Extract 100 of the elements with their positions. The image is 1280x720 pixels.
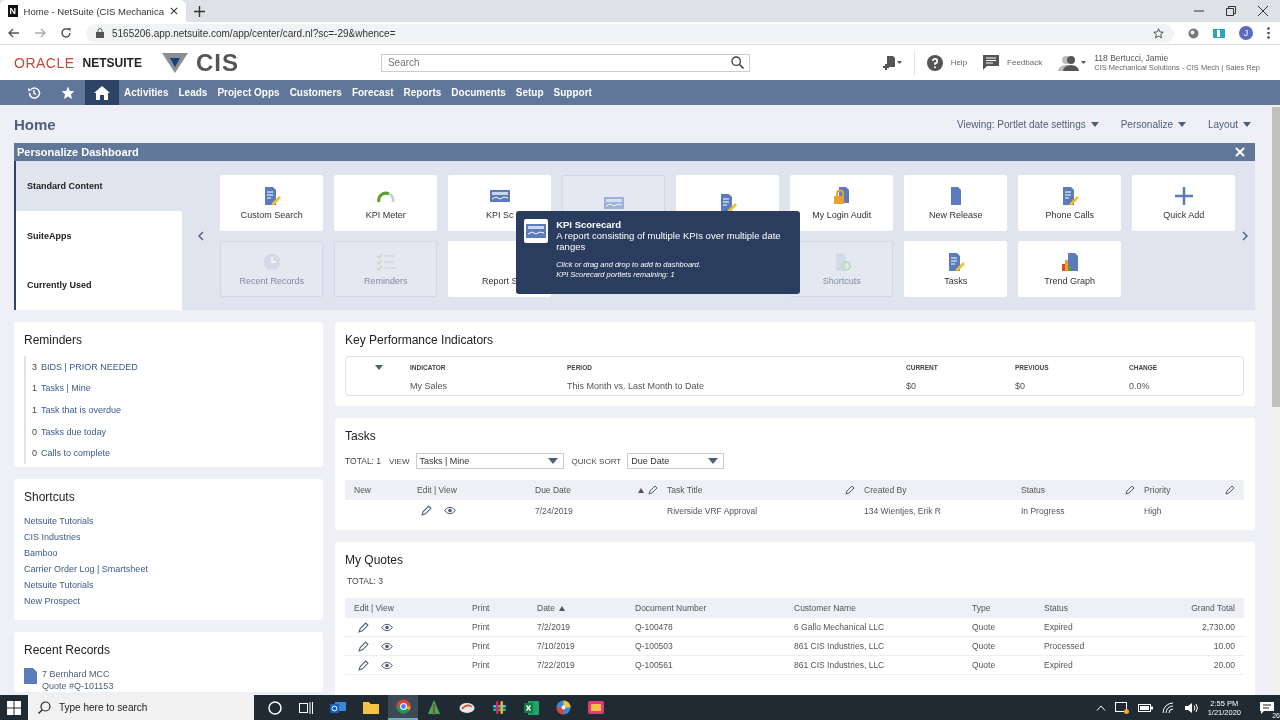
column-header[interactable]: New bbox=[354, 485, 371, 495]
portlet-tile[interactable]: Phone Calls bbox=[1018, 175, 1122, 231]
extension-icon[interactable] bbox=[1188, 27, 1199, 39]
search-icon[interactable] bbox=[730, 55, 744, 69]
help-link[interactable]: Help bbox=[950, 58, 968, 67]
leaf-app-icon[interactable] bbox=[459, 700, 475, 715]
help-icon[interactable] bbox=[926, 54, 943, 71]
star-icon[interactable] bbox=[1153, 27, 1164, 39]
reminder-link[interactable]: Calls to complete bbox=[41, 448, 111, 459]
reload-icon[interactable] bbox=[60, 27, 72, 39]
column-header[interactable]: Grand Total bbox=[1191, 603, 1235, 613]
column-header[interactable]: Date bbox=[537, 603, 555, 613]
pencil-icon[interactable] bbox=[648, 485, 658, 495]
pencil-icon[interactable] bbox=[845, 485, 855, 495]
pencil-icon[interactable] bbox=[358, 640, 369, 652]
shortcut-link[interactable]: CIS Industries bbox=[24, 529, 312, 545]
tree-app-icon[interactable] bbox=[427, 700, 442, 715]
column-header[interactable]: Created By bbox=[864, 485, 907, 495]
nav-menu-item[interactable]: Activities bbox=[119, 80, 174, 105]
search-field[interactable]: Search bbox=[380, 53, 750, 72]
nav-menu-item[interactable]: Leads bbox=[173, 80, 213, 105]
user-name[interactable]: 118 Bertucci, Jamie bbox=[1094, 53, 1260, 63]
mail-icon[interactable] bbox=[330, 700, 346, 715]
shortcut-link[interactable]: Carrier Order Log | Smartsheet bbox=[24, 561, 312, 577]
record-name[interactable]: 7 Bernhard MCC bbox=[42, 668, 114, 680]
value-link[interactable]: $0 bbox=[1015, 381, 1129, 391]
column-header[interactable]: Edit | View bbox=[354, 603, 394, 613]
aperture-app-icon[interactable] bbox=[556, 700, 571, 715]
chat-bubble-icon[interactable] bbox=[983, 55, 1000, 70]
column-header[interactable]: Print bbox=[472, 603, 490, 613]
portlet-tile[interactable]: My Login Audit bbox=[790, 175, 894, 231]
column-header[interactable]: Customer Name bbox=[794, 603, 856, 613]
notification-icon[interactable] bbox=[1260, 701, 1274, 714]
pencil-icon[interactable] bbox=[1225, 485, 1235, 495]
portlet-tile[interactable]: KPI Meter bbox=[334, 175, 438, 231]
portlet-tile[interactable]: New Release bbox=[904, 175, 1008, 231]
reminder-link[interactable]: Tasks | Mine bbox=[41, 383, 91, 394]
wifi-icon[interactable] bbox=[1161, 701, 1176, 714]
dropdown-menu[interactable]: Viewing: Portlet date settings bbox=[956, 118, 1099, 130]
reminder-link[interactable]: BIDS | PRIOR NEEDED bbox=[41, 361, 138, 372]
monitor-icon[interactable] bbox=[1114, 701, 1129, 714]
print-link[interactable]: Print bbox=[472, 622, 537, 632]
close-icon[interactable] bbox=[1258, 6, 1268, 16]
column-header[interactable]: Document Number bbox=[635, 603, 707, 613]
shortcut-link[interactable]: Netsuite Tutorials bbox=[24, 513, 312, 529]
pencil-icon[interactable] bbox=[1125, 485, 1135, 495]
browser-icon[interactable] bbox=[395, 699, 411, 714]
portlet-tile[interactable]: Tasks bbox=[904, 241, 1008, 297]
nav-menu-item[interactable]: Forecast bbox=[346, 80, 399, 105]
new-tab-icon[interactable] bbox=[194, 5, 205, 17]
eye-icon[interactable] bbox=[381, 622, 393, 632]
eye-icon[interactable] bbox=[381, 641, 393, 651]
column-header[interactable]: Priority bbox=[1144, 485, 1171, 495]
windows-logo-icon[interactable] bbox=[7, 700, 21, 715]
column-header[interactable]: Edit | View bbox=[417, 485, 457, 495]
hash-app-icon[interactable] bbox=[492, 700, 507, 715]
column-header[interactable]: Due Date bbox=[535, 485, 571, 495]
pencil-icon[interactable] bbox=[358, 659, 369, 671]
view-dropdown[interactable]: Tasks | Mine bbox=[415, 453, 564, 469]
reminder-link[interactable]: Tasks due today bbox=[41, 426, 107, 437]
shortcut-link[interactable]: Netsuite Tutorials bbox=[24, 577, 312, 593]
extension-icon[interactable] bbox=[1213, 28, 1225, 38]
taskbar-search-field[interactable]: Type here to search bbox=[28, 695, 254, 720]
chevron-up-icon[interactable] bbox=[1095, 704, 1106, 711]
column-header[interactable]: Status bbox=[1021, 485, 1046, 495]
eye-icon[interactable] bbox=[444, 506, 456, 515]
side-tab[interactable]: SuiteApps bbox=[16, 210, 182, 261]
print-link[interactable]: Print bbox=[472, 660, 537, 670]
circle-icon[interactable] bbox=[268, 700, 282, 715]
dropdown-menu[interactable]: Personalize bbox=[1120, 118, 1186, 130]
user-switch-icon[interactable] bbox=[1058, 54, 1087, 71]
battery-icon[interactable] bbox=[1137, 702, 1153, 713]
folder-icon[interactable] bbox=[363, 701, 379, 714]
portlet-tile[interactable]: Quick Add bbox=[1132, 175, 1236, 231]
speaker-icon[interactable] bbox=[1184, 701, 1199, 714]
browser-tab[interactable]: N Home - NetSuite (CIS Mechanica bbox=[0, 0, 186, 22]
nav-menu-item[interactable]: Documents bbox=[446, 80, 511, 105]
caret-icon[interactable] bbox=[375, 364, 383, 370]
pencil-icon[interactable] bbox=[421, 505, 432, 516]
restore-icon[interactable] bbox=[1226, 6, 1236, 16]
create-document-icon[interactable] bbox=[881, 54, 902, 71]
scrollbar-thumb[interactable] bbox=[1272, 107, 1280, 407]
dropdown-menu[interactable]: Layout bbox=[1207, 118, 1251, 130]
reminder-link[interactable]: Task that is overdue bbox=[41, 405, 122, 415]
portlet-tile[interactable]: Trend Graph bbox=[1018, 241, 1122, 297]
period-link[interactable]: This Month vs. Last Month to Date bbox=[567, 381, 906, 391]
side-tab[interactable]: Currently Used bbox=[16, 260, 182, 310]
close-icon[interactable] bbox=[170, 6, 178, 16]
nav-menu-item[interactable]: Customers bbox=[284, 80, 347, 105]
nav-menu-item[interactable]: Reports bbox=[398, 80, 447, 105]
column-header[interactable]: Type bbox=[972, 603, 991, 613]
nav-menu-item[interactable]: Project Opps bbox=[212, 80, 285, 105]
nav-menu-item[interactable]: Support bbox=[548, 80, 597, 105]
feedback-link[interactable]: Feedback bbox=[1007, 58, 1043, 67]
address-bar[interactable]: 5165206.app.netsuite.com/app/center/card.nl?sc=-29&whence= bbox=[86, 23, 1174, 43]
screen-app-icon[interactable] bbox=[588, 701, 604, 714]
profile-avatar[interactable]: J bbox=[1239, 26, 1253, 40]
home-button[interactable] bbox=[85, 80, 119, 105]
menu-icon[interactable] bbox=[1267, 27, 1270, 39]
spreadsheet-icon[interactable] bbox=[524, 700, 539, 715]
